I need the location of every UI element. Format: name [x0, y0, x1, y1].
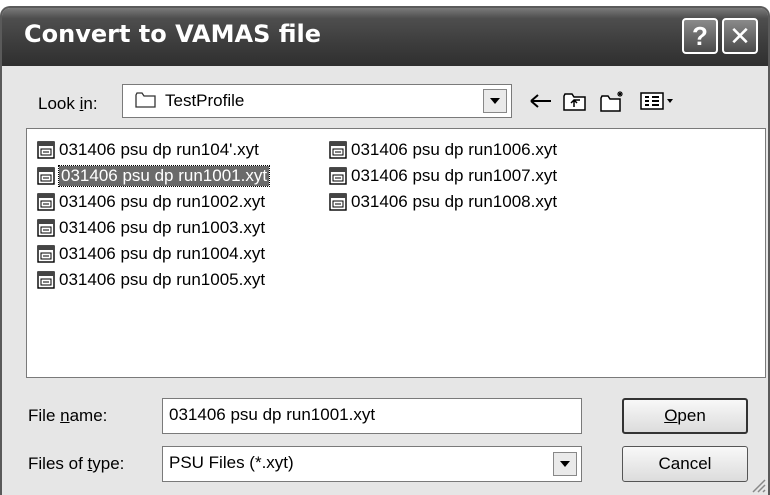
file-item[interactable]: 031406 psu dp run1006.xyt [329, 137, 557, 162]
file-item[interactable]: 031406 psu dp run1004.xyt [37, 241, 265, 266]
file-name: 031406 psu dp run1001.xyt [57, 164, 271, 187]
file-name-input[interactable]: 031406 psu dp run1001.xyt [162, 398, 582, 434]
new-folder-icon [600, 91, 623, 112]
xyt-file-icon [37, 192, 55, 211]
open-button[interactable]: Open [622, 398, 748, 434]
file-item[interactable]: 031406 psu dp run1005.xyt [37, 267, 265, 292]
help-button[interactable]: ? [682, 18, 718, 54]
view-menu-icon [640, 92, 673, 110]
look-in-value: TestProfile [165, 91, 245, 110]
file-name-label: File name: [28, 406, 108, 425]
open-button-label: Open [664, 406, 706, 425]
file-name: 031406 psu dp run104'.xyt [59, 139, 259, 159]
file-type-value: PSU Files (*.xyt) [169, 453, 294, 472]
file-name: 031406 psu dp run1005.xyt [59, 269, 266, 289]
file-type-label: Files of type: [28, 454, 125, 473]
file-dialog: Convert to VAMAS file ? ✕ Look in: TestP… [0, 6, 770, 495]
look-in-combobox[interactable]: TestProfile [122, 84, 512, 118]
file-name: 031406 psu dp run1003.xyt [59, 217, 266, 237]
xyt-file-icon [37, 218, 55, 237]
cancel-button[interactable]: Cancel [622, 446, 748, 482]
chevron-down-icon [560, 461, 570, 467]
xyt-file-icon [37, 244, 55, 263]
xyt-file-icon [329, 140, 347, 159]
xyt-file-icon [329, 166, 347, 185]
xyt-file-icon [37, 270, 55, 289]
title-bar: Convert to VAMAS file ? ✕ [2, 8, 768, 66]
file-list[interactable]: 031406 psu dp run104'.xyt 031406 psu dp r… [26, 128, 766, 378]
file-name: 031406 psu dp run1004.xyt [59, 243, 266, 263]
up-folder-icon [563, 93, 586, 111]
file-name: 031406 psu dp run1006.xyt [351, 139, 558, 159]
up-folder-button[interactable] [560, 88, 590, 114]
folder-icon [135, 92, 156, 108]
view-menu-button[interactable] [638, 88, 678, 114]
resize-grip-icon[interactable] [748, 475, 766, 493]
file-item[interactable]: 031406 psu dp run104'.xyt [37, 137, 259, 162]
file-item[interactable]: 031406 psu dp run1007.xyt [329, 163, 557, 188]
xyt-file-icon [37, 140, 55, 159]
look-in-dropdown-button[interactable] [483, 89, 507, 113]
xyt-file-icon [37, 166, 55, 185]
xyt-file-icon [329, 192, 347, 211]
chevron-down-icon [490, 98, 500, 104]
file-item[interactable]: 031406 psu dp run1003.xyt [37, 215, 265, 240]
look-in-label: Look in: [38, 94, 98, 113]
back-arrow-icon [530, 94, 551, 108]
file-name: 031406 psu dp run1002.xyt [59, 191, 266, 211]
file-type-dropdown-button[interactable] [553, 452, 577, 476]
close-button[interactable]: ✕ [722, 18, 758, 54]
window-title: Convert to VAMAS file [24, 20, 321, 48]
file-name: 031406 psu dp run1007.xyt [351, 165, 558, 185]
file-type-select[interactable]: PSU Files (*.xyt) [162, 446, 582, 482]
file-name: 031406 psu dp run1008.xyt [351, 191, 558, 211]
back-button[interactable] [526, 88, 556, 114]
new-folder-button[interactable] [598, 88, 628, 114]
file-item[interactable]: 031406 psu dp run1008.xyt [329, 189, 557, 214]
file-item[interactable]: 031406 psu dp run1002.xyt [37, 189, 265, 214]
file-item[interactable]: 031406 psu dp run1001.xyt [37, 163, 271, 188]
